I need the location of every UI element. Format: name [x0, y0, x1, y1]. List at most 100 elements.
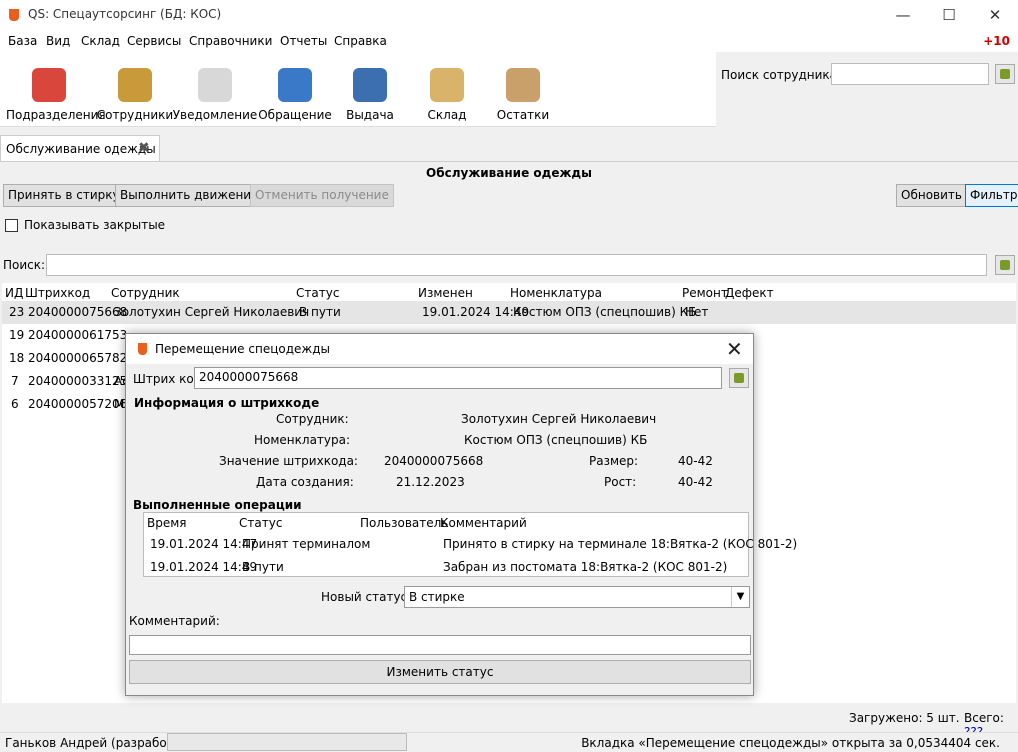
employee-search-input[interactable] [831, 63, 989, 85]
column-header-defect[interactable]: Дефект [725, 286, 774, 300]
ops-header-user[interactable]: Пользователь [360, 516, 448, 530]
cell-employee: М [114, 397, 125, 411]
app-logo-icon [9, 9, 19, 21]
tool-warehouse[interactable]: Склад [404, 58, 490, 122]
stamp-icon [1000, 260, 1010, 270]
tool-remains[interactable]: Остатки [480, 58, 566, 122]
cell-id: 6 [11, 397, 19, 411]
cell-barcode: 2040000075668 [28, 305, 128, 319]
move-clothing-dialog: Перемещение спецодежды ✕ Штрих код: 2040… [125, 333, 797, 696]
tool-employees[interactable]: Сотрудники [92, 58, 178, 122]
menu-item-reports[interactable]: Отчеты [280, 34, 327, 48]
cell-id: 7 [11, 374, 19, 388]
tool-label: Склад [427, 108, 467, 122]
dialog-close-icon[interactable]: ✕ [726, 337, 743, 361]
ops-row[interactable]: 19.01.2024 14:49 В пути Забран из постом… [144, 556, 748, 579]
employee-search-button[interactable] [995, 64, 1015, 84]
accept-wash-button[interactable]: Принять в стирку [3, 184, 125, 207]
filter-button[interactable]: Фильтр [965, 184, 1018, 207]
progress-bar [167, 733, 407, 751]
column-header-status[interactable]: Статус [296, 286, 339, 300]
people-icon [118, 68, 152, 102]
menu-item-warehouse[interactable]: Склад [81, 34, 120, 48]
menu-item-services[interactable]: Сервисы [127, 34, 181, 48]
employee-search-label: Поиск сотрудника: [721, 68, 842, 82]
tool-notification[interactable]: Уведомление [172, 58, 258, 122]
tool-label: Подразделения [6, 108, 106, 122]
barcode-value-label: Значение штрихкода: [219, 454, 358, 468]
stamp-icon [734, 373, 744, 383]
tool-label: Сотрудники [96, 108, 174, 122]
toolbar: Подразделения Сотрудники Уведомление Обр… [0, 52, 716, 127]
nomenclature-value: Костюм ОПЗ (спецпошив) КБ [464, 433, 648, 447]
comment-input[interactable] [129, 635, 751, 655]
notification-badge[interactable]: +10 [983, 34, 1010, 48]
created-label: Дата создания: [256, 475, 354, 489]
menu-item-references[interactable]: Справочники [189, 34, 272, 48]
barcode-value-value: 2040000075668 [384, 454, 484, 468]
ops-cell-comment: Принято в стирку на терминале 18:Вятка-2… [443, 537, 798, 551]
perform-move-button[interactable]: Выполнить движение [115, 184, 264, 207]
tool-departments[interactable]: Подразделения [6, 58, 106, 122]
column-header-barcode[interactable]: Штрихкод [25, 286, 90, 300]
tab-load-info: Вкладка «Перемещение спецодежды» открыта… [581, 736, 1000, 750]
stamp-icon [1000, 69, 1010, 79]
cancel-receipt-button[interactable]: Отменить получение [250, 184, 394, 207]
column-header-changed[interactable]: Изменен [418, 286, 473, 300]
tool-label: Остатки [496, 108, 550, 122]
cell-status: В пути [299, 305, 341, 319]
new-status-select[interactable]: В стирке ▼ [404, 586, 750, 608]
barcode-lookup-button[interactable] [729, 368, 749, 388]
maximize-button[interactable]: ☐ [926, 0, 972, 30]
menu-item-view[interactable]: Вид [46, 34, 70, 48]
cell-barcode: 2040000065782 [28, 351, 128, 365]
tab-label: Обслуживание одежды [6, 142, 156, 156]
ops-header-status[interactable]: Статус [239, 516, 282, 530]
dialog-title-bar: Перемещение спецодежды ✕ [126, 334, 753, 364]
cell-barcode: 2040000033125 [28, 374, 128, 388]
operations-table: Время Статус Пользователь Комментарий 19… [143, 512, 797, 579]
comment-label: Комментарий: [129, 614, 220, 628]
height-value: 40-42 [678, 475, 713, 489]
search-button[interactable] [995, 255, 1015, 275]
height-label: Рост: [604, 475, 637, 489]
size-value: 40-42 [678, 454, 713, 468]
column-header-id[interactable]: ИД [5, 286, 23, 300]
ops-header-comment[interactable]: Комментарий [440, 516, 527, 530]
cell-nomenclature: Костюм ОПЗ (спецпошив) КБ [513, 305, 697, 319]
refresh-button[interactable]: Обновить [896, 184, 967, 207]
ops-header-time[interactable]: Время [147, 516, 187, 530]
tab-clothing-service[interactable]: Обслуживание одежды ✖ [0, 135, 160, 161]
menu-item-help[interactable]: Справка [334, 34, 387, 48]
created-value: 21.12.2023 [396, 475, 465, 489]
table-row[interactable]: 23 2040000075668 Золотухин Сергей Никола… [2, 301, 1016, 324]
cell-id: 23 [9, 305, 25, 319]
info-heading: Информация о штрихкоде [134, 396, 320, 410]
magnifier-box-icon [506, 68, 540, 102]
ops-row[interactable]: 19.01.2024 14:47 Принят терминалом Приня… [144, 533, 797, 556]
barcode-input[interactable]: 2040000075668 [194, 367, 722, 389]
tab-close-icon[interactable]: ✖ [138, 140, 150, 156]
change-status-button[interactable]: Изменить статус [129, 660, 751, 684]
search-input[interactable] [46, 254, 987, 276]
column-header-employee[interactable]: Сотрудник [111, 286, 180, 300]
tool-issue[interactable]: Выдача [327, 58, 413, 122]
column-header-nomenclature[interactable]: Номенклатура [510, 286, 602, 300]
menu-item-base[interactable]: База [8, 34, 37, 48]
app-logo-icon [138, 343, 147, 355]
page-title: Обслуживание одежды [426, 166, 592, 180]
new-status-value: В стирке [409, 590, 465, 604]
ops-cell-status: В пути [242, 560, 284, 574]
column-header-repair[interactable]: Ремонт [682, 286, 728, 300]
title-bar: QS: Спецаутсорсинг (БД: КОС) — ☐ ✕ [0, 0, 1018, 30]
box-icon [430, 68, 464, 102]
window-title: QS: Спецаутсорсинг (БД: КОС) [28, 7, 222, 21]
tool-request[interactable]: Обращение [252, 58, 338, 122]
envelope-icon [198, 68, 232, 102]
tool-label: Уведомление [172, 108, 258, 122]
cell-barcode: 2040000057206 [28, 397, 128, 411]
cell-repair: Нет [685, 305, 709, 319]
minimize-button[interactable]: — [880, 0, 926, 30]
show-closed-checkbox[interactable] [5, 219, 18, 232]
close-button[interactable]: ✕ [972, 0, 1018, 30]
